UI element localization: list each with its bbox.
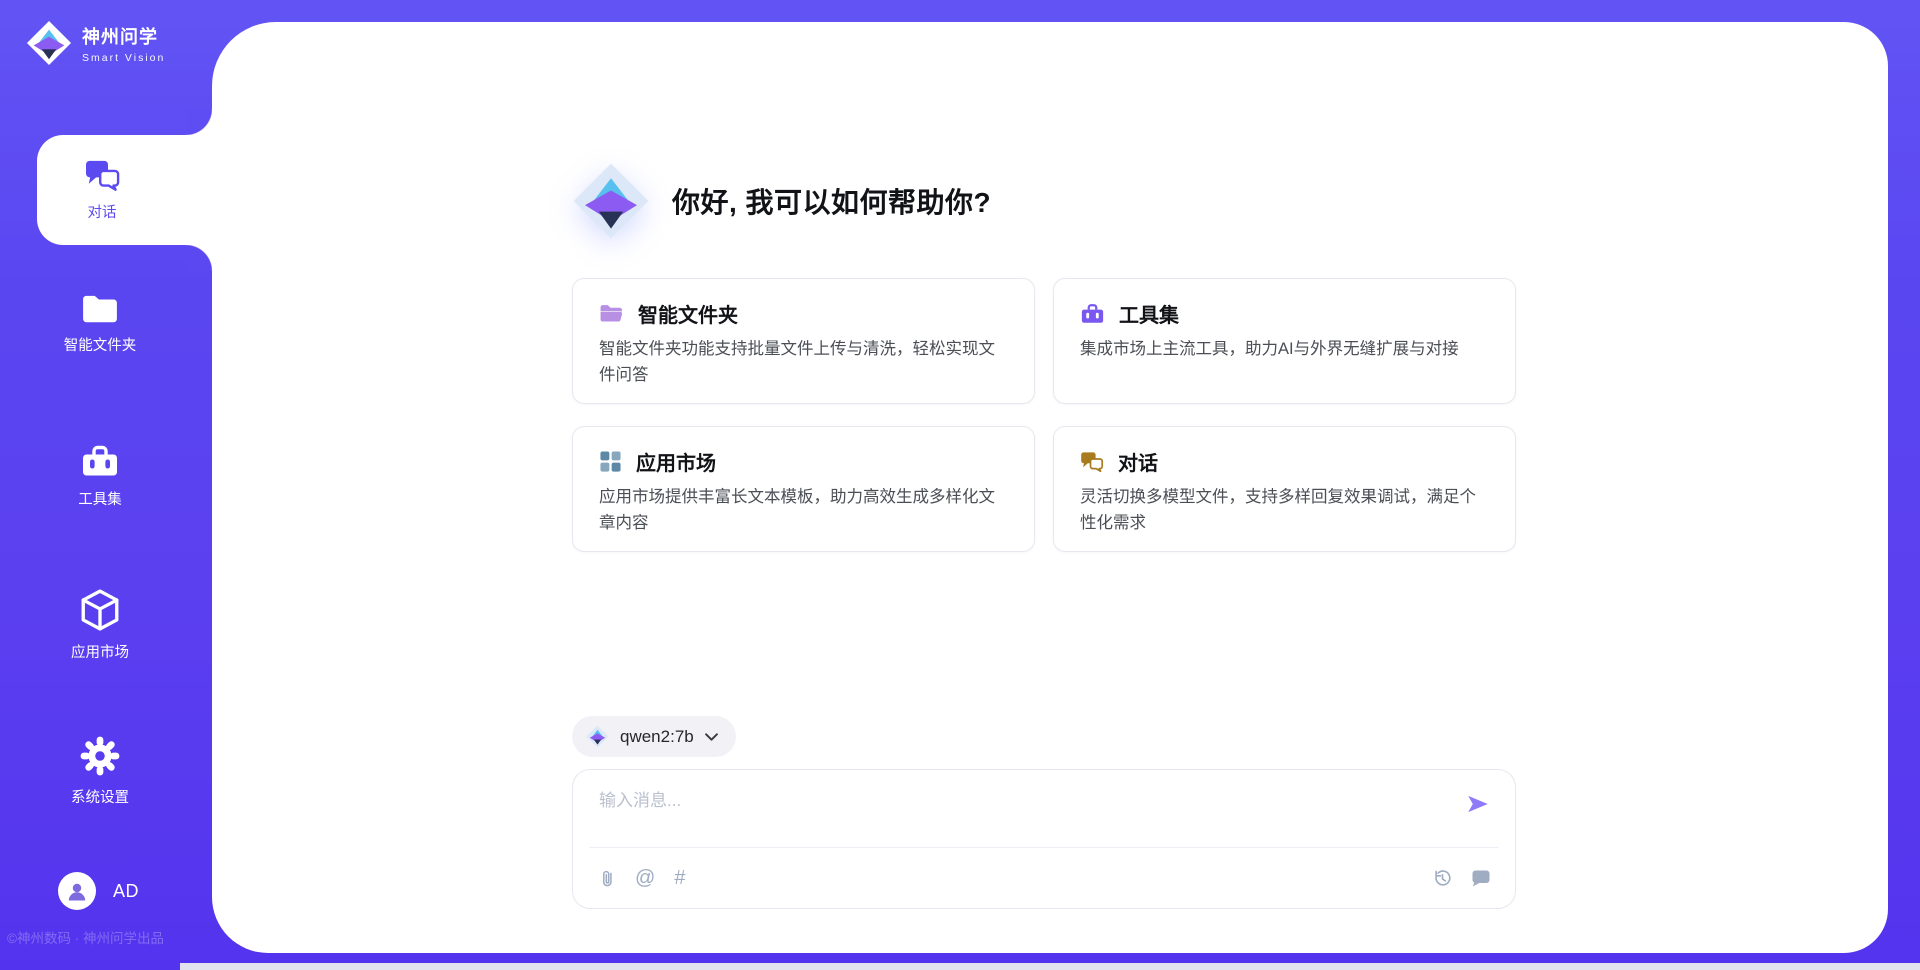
person-icon <box>65 880 89 902</box>
send-icon <box>1465 791 1491 817</box>
history-button[interactable] <box>1432 868 1453 889</box>
main-panel: 你好, 我可以如何帮助你? 智能文件夹 智能文件夹功能支持批量文件上传与清洗，轻… <box>212 22 1888 953</box>
brand-logo-icon <box>26 20 72 66</box>
model-selector[interactable]: qwen2:7b <box>572 716 736 757</box>
card-description: 智能文件夹功能支持批量文件上传与清洗，轻松实现文件问答 <box>599 337 1008 388</box>
cube-icon <box>79 588 121 632</box>
sidebar-item-label: 工具集 <box>78 488 122 509</box>
history-icon <box>1432 868 1453 889</box>
copyright-text: ©神州数码 · 神州问学出品 <box>7 927 227 947</box>
user-name: AD <box>113 881 139 902</box>
chat-bubbles-icon <box>84 159 121 192</box>
message-input[interactable] <box>599 786 1461 838</box>
gear-icon <box>79 735 121 777</box>
model-logo-icon <box>586 725 609 748</box>
card-title: 工具集 <box>1119 299 1179 328</box>
mention-button[interactable]: @ <box>635 868 655 888</box>
send-button[interactable] <box>1461 788 1495 822</box>
avatar <box>58 872 96 910</box>
sidebar-item-settings[interactable]: 系统设置 <box>0 735 200 807</box>
user-profile[interactable]: AD <box>58 872 139 910</box>
sidebar-item-label: 系统设置 <box>71 786 129 807</box>
sidebar-item-label: 应用市场 <box>71 641 129 662</box>
feature-card-smart-folder[interactable]: 智能文件夹 智能文件夹功能支持批量文件上传与清洗，轻松实现文件问答 <box>572 278 1035 404</box>
hero-logo-icon <box>572 162 650 240</box>
card-description: 应用市场提供丰富长文本模板，助力高效生成多样化文章内容 <box>599 485 1008 536</box>
app-grid-icon <box>599 450 622 473</box>
chevron-down-icon <box>705 733 718 741</box>
sidebar-item-label: 智能文件夹 <box>64 334 137 355</box>
card-title: 应用市场 <box>636 447 716 476</box>
topic-button[interactable]: # <box>674 868 685 888</box>
hero: 你好, 我可以如何帮助你? <box>572 162 991 240</box>
hash-icon: # <box>674 868 685 888</box>
sidebar-item-smart-folders[interactable]: 智能文件夹 <box>0 292 200 355</box>
sidebar-item-toolset[interactable]: 工具集 <box>0 444 200 509</box>
at-icon: @ <box>635 868 655 888</box>
card-title: 智能文件夹 <box>638 299 738 328</box>
greeting-title: 你好, 我可以如何帮助你? <box>672 181 991 221</box>
feedback-button[interactable] <box>1471 869 1491 887</box>
folder-icon <box>81 292 119 325</box>
attach-button[interactable] <box>599 867 616 890</box>
feature-card-toolset[interactable]: 工具集 集成市场上主流工具，助力AI与外界无缝扩展与对接 <box>1053 278 1516 404</box>
message-composer: @ # <box>572 769 1516 909</box>
model-name: qwen2:7b <box>620 727 694 747</box>
feature-cards: 智能文件夹 智能文件夹功能支持批量文件上传与清洗，轻松实现文件问答 工具集 集成… <box>572 278 1516 552</box>
sidebar-item-label: 对话 <box>88 201 117 222</box>
chat-bubbles-icon <box>1080 451 1104 473</box>
feature-card-app-market[interactable]: 应用市场 应用市场提供丰富长文本模板，助力高效生成多样化文章内容 <box>572 426 1035 552</box>
feature-card-chat[interactable]: 对话 灵活切换多模型文件，支持多样回复效果调试，满足个性化需求 <box>1053 426 1516 552</box>
card-description: 灵活切换多模型文件，支持多样回复效果调试，满足个性化需求 <box>1080 485 1489 536</box>
folder-open-icon <box>599 303 624 324</box>
sidebar-item-chat[interactable]: 对话 <box>37 135 212 245</box>
window-bottom-edge <box>180 963 1920 970</box>
toolbox-icon <box>80 444 120 479</box>
paperclip-icon <box>599 867 616 890</box>
chat-bubble-icon <box>1471 869 1491 887</box>
toolbox-icon <box>1080 303 1105 325</box>
brand-tagline: Smart Vision <box>82 52 165 64</box>
card-title: 对话 <box>1118 447 1158 476</box>
card-description: 集成市场上主流工具，助力AI与外界无缝扩展与对接 <box>1080 337 1489 363</box>
app-root: 神州问学 Smart Vision 对话 智能文件夹 工具集 <box>0 0 1920 970</box>
sidebar-item-app-market[interactable]: 应用市场 <box>0 588 200 662</box>
brand-name: 神州问学 <box>82 23 165 49</box>
brand: 神州问学 Smart Vision <box>26 20 165 66</box>
